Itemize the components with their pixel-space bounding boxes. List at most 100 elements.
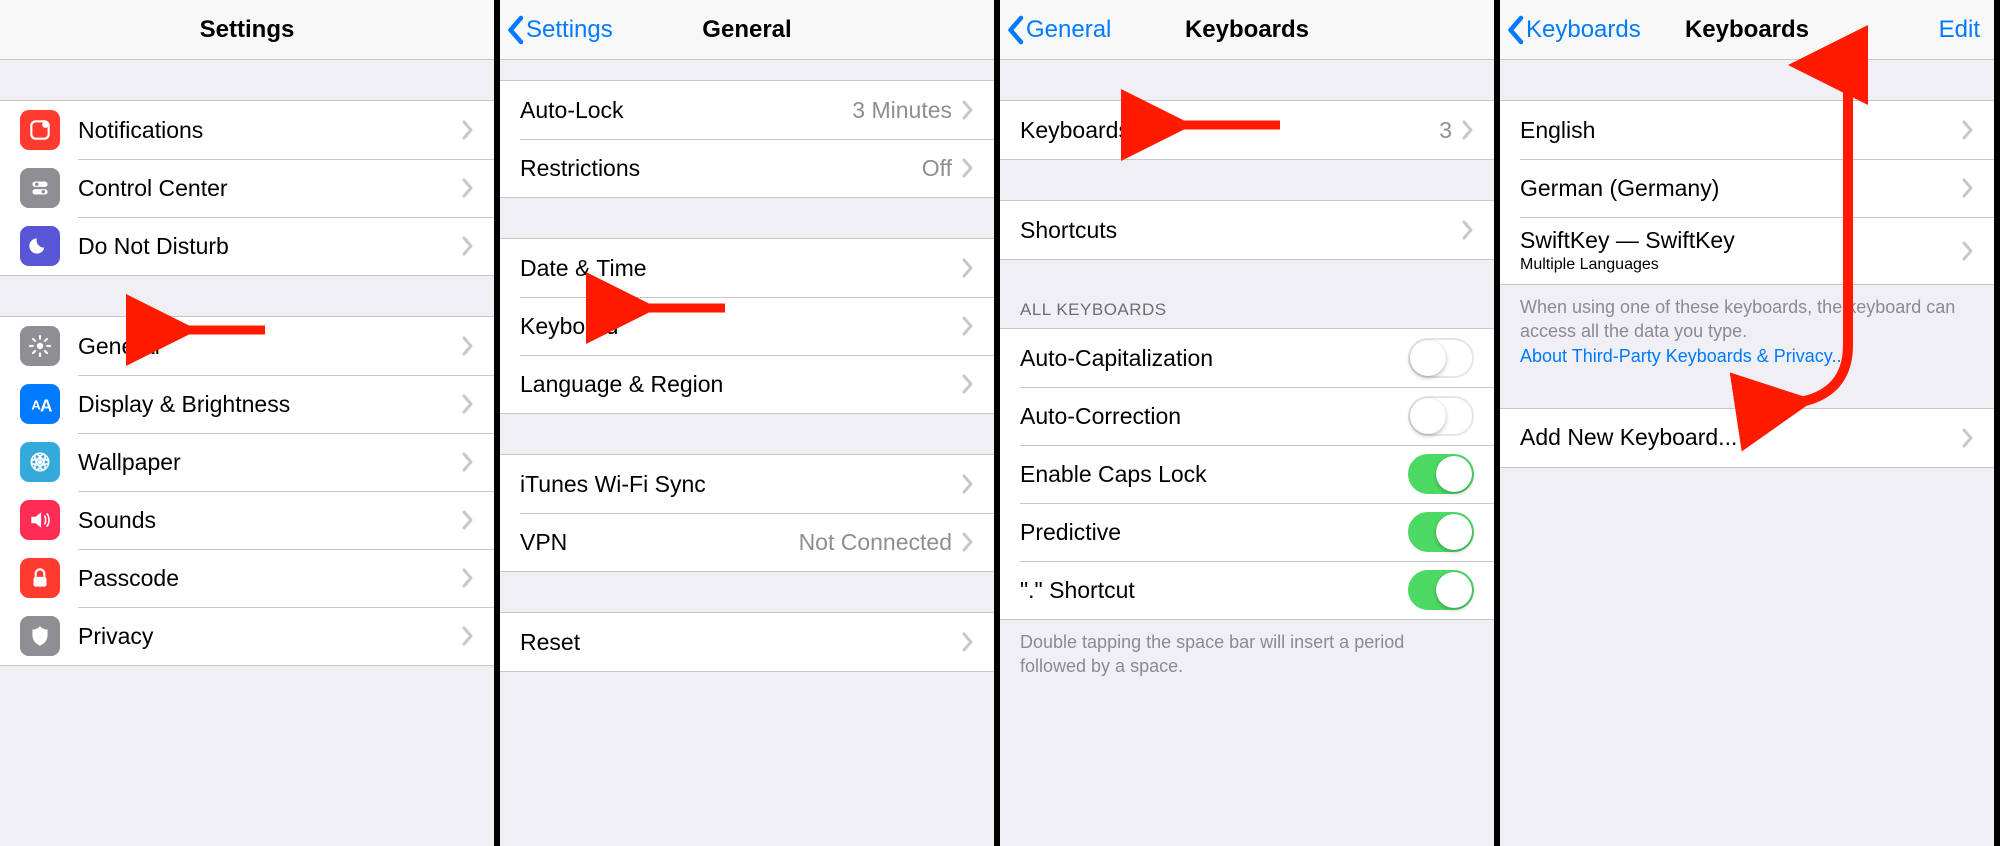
cell-label: Language & Region [520, 371, 962, 398]
auto-lock-cell[interactable]: Auto-Lock3 Minutes [500, 81, 994, 139]
notifications-cell[interactable]: Notifications [0, 101, 494, 159]
cell-sublabel: Multiple Languages [1520, 256, 1962, 274]
add-keyboard-cell[interactable]: Add New Keyboard... [1500, 409, 1994, 467]
kb-english-cell[interactable]: English [1500, 101, 1994, 159]
control-center-cell[interactable]: Control Center [0, 159, 494, 217]
cell-label: Sounds [78, 507, 462, 534]
vpn-cell[interactable]: VPNNot Connected [500, 513, 994, 571]
cell-label: Display & Brightness [78, 391, 462, 418]
pane-keyboards: General Keyboards Keyboards3 Shortcuts A… [1000, 0, 1500, 846]
do-not-disturb-cell[interactable]: Do Not Disturb [0, 217, 494, 275]
cell-label: Control Center [78, 175, 462, 202]
date-time-cell[interactable]: Date & Time [500, 239, 994, 297]
section-footer: Double tapping the space bar will insert… [1000, 620, 1494, 679]
display-cell[interactable]: AA Display & Brightness [0, 375, 494, 433]
reset-cell[interactable]: Reset [500, 613, 994, 671]
wallpaper-icon [20, 442, 60, 482]
navbar: Settings [0, 0, 494, 60]
section-footer: When using one of these keyboards, the k… [1500, 285, 1994, 368]
footer-text: When using one of these keyboards, the k… [1520, 297, 1955, 341]
back-button[interactable]: Settings [506, 0, 613, 59]
chevron-right-icon [962, 316, 974, 336]
cell-label: Restrictions [520, 155, 922, 182]
shortcuts-cell[interactable]: Shortcuts [1000, 201, 1494, 259]
chevron-right-icon [962, 632, 974, 652]
chevron-right-icon [462, 236, 474, 256]
language-cell[interactable]: Language & Region [500, 355, 994, 413]
chevron-left-icon [1006, 15, 1024, 45]
back-button[interactable]: Keyboards [1506, 0, 1641, 59]
control-center-icon [20, 168, 60, 208]
privacy-link[interactable]: About Third-Party Keyboards & Privacy... [1520, 346, 1846, 366]
dot-shortcut-cell: "." Shortcut [1000, 561, 1494, 619]
chevron-right-icon [462, 626, 474, 646]
cell-value: 3 Minutes [852, 97, 952, 124]
dot-shortcut-toggle[interactable] [1408, 570, 1474, 610]
auto-cap-toggle[interactable] [1408, 338, 1474, 378]
back-button[interactable]: General [1006, 0, 1111, 59]
caps-lock-toggle[interactable] [1408, 454, 1474, 494]
edit-label: Edit [1939, 16, 1980, 44]
cell-label: Auto-Correction [1020, 403, 1408, 430]
chevron-right-icon [462, 120, 474, 140]
general-cell[interactable]: General [0, 317, 494, 375]
group-keyboard-list: EnglishGerman (Germany)SwiftKey — SwiftK… [1500, 100, 1994, 368]
cell-label: Keyboards [1020, 117, 1439, 144]
cell-label: VPN [520, 529, 799, 556]
chevron-left-icon [506, 15, 524, 45]
group-notifications: Notifications Control Center Do Not Distur… [0, 100, 494, 276]
nav-title: Keyboards [1185, 16, 1309, 44]
itunes-sync-cell[interactable]: iTunes Wi-Fi Sync [500, 455, 994, 513]
cell-value: Not Connected [799, 529, 952, 556]
chevron-right-icon [462, 452, 474, 472]
restrictions-cell[interactable]: RestrictionsOff [500, 139, 994, 197]
pane-keyboards-list: Keyboards Keyboards Edit EnglishGerman (… [1500, 0, 2000, 846]
cell-label: Auto-Capitalization [1020, 345, 1408, 372]
back-label: General [1026, 16, 1111, 44]
caps-lock-cell: Enable Caps Lock [1000, 445, 1494, 503]
navbar: Keyboards Keyboards Edit [1500, 0, 1994, 60]
kb-swiftkey-cell[interactable]: SwiftKey — SwiftKeyMultiple Languages [1500, 217, 1994, 284]
chevron-right-icon [462, 568, 474, 588]
group: iTunes Wi-Fi Sync VPNNot Connected [500, 454, 994, 572]
display-icon: AA [20, 384, 60, 424]
pane-settings: Settings Notifications Control Center Do N… [0, 0, 500, 846]
wallpaper-cell[interactable]: Wallpaper [0, 433, 494, 491]
cell-label: Privacy [78, 623, 462, 650]
nav-title: General [702, 16, 791, 44]
chevron-right-icon [1962, 120, 1974, 140]
do-not-disturb-icon [20, 226, 60, 266]
keyboards-count-cell[interactable]: Keyboards3 [1000, 101, 1494, 159]
group: Keyboards3 [1000, 100, 1494, 160]
chevron-right-icon [462, 510, 474, 530]
general-icon [20, 326, 60, 366]
auto-correct-cell: Auto-Correction [1000, 387, 1494, 445]
auto-correct-toggle[interactable] [1408, 396, 1474, 436]
chevron-right-icon [962, 158, 974, 178]
chevron-left-icon [1506, 15, 1524, 45]
group: Reset [500, 612, 994, 672]
group: Auto-Lock3 MinutesRestrictionsOff [500, 80, 994, 198]
predictive-toggle[interactable] [1408, 512, 1474, 552]
privacy-cell[interactable]: Privacy [0, 607, 494, 665]
kb-german-cell[interactable]: German (Germany) [1500, 159, 1994, 217]
chevron-right-icon [462, 178, 474, 198]
cell-label: iTunes Wi-Fi Sync [520, 471, 962, 498]
sounds-cell[interactable]: Sounds [0, 491, 494, 549]
cell-value: Off [922, 155, 952, 182]
cell-label: Passcode [78, 565, 462, 592]
cell-label: Keyboard [520, 313, 962, 340]
group-general: General AA Display & Brightness Wallpaper So… [0, 316, 494, 666]
notifications-icon [20, 110, 60, 150]
cell-label: Reset [520, 629, 962, 656]
group: Shortcuts [1000, 200, 1494, 260]
navbar: General Keyboards [1000, 0, 1494, 60]
keyboard-cell[interactable]: Keyboard [500, 297, 994, 355]
back-label: Settings [526, 16, 613, 44]
cell-label: Wallpaper [78, 449, 462, 476]
svg-text:A: A [40, 396, 53, 416]
passcode-cell[interactable]: Passcode [0, 549, 494, 607]
edit-button[interactable]: Edit [1939, 0, 1980, 59]
cell-value: 3 [1439, 117, 1452, 144]
predictive-cell: Predictive [1000, 503, 1494, 561]
